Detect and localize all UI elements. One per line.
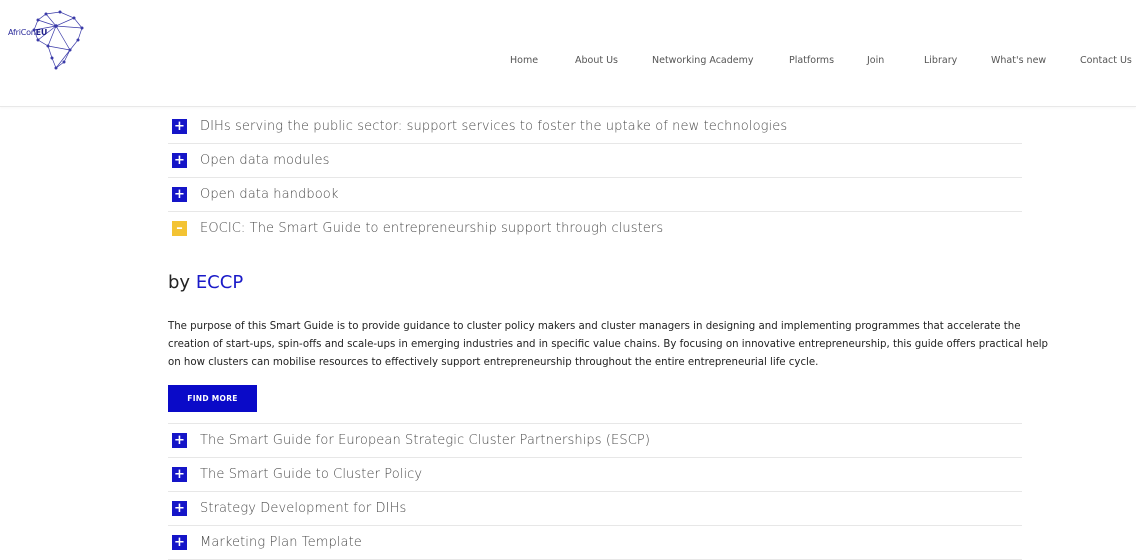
accordion-item[interactable]: + The Smart Guide for European Strategic…	[168, 423, 1022, 458]
accordion-top: + DIHs serving the public sector: suppor…	[168, 110, 1022, 245]
accordion-item[interactable]: + Open data handbook	[168, 178, 1022, 212]
accordion-title[interactable]: Open data handbook	[200, 187, 338, 202]
accordion-item[interactable]: + Marketing Plan Template	[168, 526, 1022, 560]
accordion-item[interactable]: + Strategy Development for DIHs	[168, 492, 1022, 526]
nav-platforms[interactable]: Platforms	[789, 55, 834, 66]
nav-contact-us[interactable]: Contact Us	[1080, 55, 1132, 66]
accordion-title[interactable]: The Smart Guide to Cluster Policy	[200, 467, 422, 482]
nav-about-us[interactable]: About Us	[575, 55, 618, 66]
plus-icon[interactable]: +	[172, 467, 187, 482]
accordion-item[interactable]: + Open data modules	[168, 144, 1022, 178]
plus-icon[interactable]: +	[172, 501, 187, 516]
accordion-title[interactable]: Open data modules	[200, 153, 329, 168]
main-nav: Home About Us Networking Academy Platfor…	[0, 55, 1136, 69]
plus-icon[interactable]: +	[172, 153, 187, 168]
accordion-title[interactable]: DIHs serving the public sector: support …	[200, 119, 787, 134]
nav-whats-new[interactable]: What's new	[991, 55, 1046, 66]
by-prefix: by	[168, 272, 196, 293]
eccp-link[interactable]: ECCP	[196, 272, 243, 293]
logo-text-b: EU	[35, 28, 48, 37]
plus-icon[interactable]: +	[172, 433, 187, 448]
minus-icon[interactable]: –	[172, 221, 187, 236]
accordion-title[interactable]: The Smart Guide for European Strategic C…	[200, 433, 650, 448]
site-header: AfriConEU Home About Us Networking Acade…	[0, 0, 1136, 107]
by-line: by ECCP	[168, 272, 243, 293]
nav-join[interactable]: Join	[867, 55, 884, 66]
nav-library[interactable]: Library	[924, 55, 957, 66]
accordion-item-open[interactable]: – EOCIC: The Smart Guide to entrepreneur…	[168, 212, 1022, 245]
accordion-bottom: + The Smart Guide for European Strategic…	[168, 423, 1022, 560]
plus-icon[interactable]: +	[172, 119, 187, 134]
logo-wordmark: AfriConEU	[8, 28, 47, 37]
accordion-title[interactable]: EOCIC: The Smart Guide to entrepreneursh…	[200, 221, 663, 236]
nav-home[interactable]: Home	[510, 55, 538, 66]
logo-text-a: AfriCon	[8, 28, 36, 37]
accordion-title[interactable]: Strategy Development for DIHs	[200, 501, 406, 516]
guide-description: The purpose of this Smart Guide is to pr…	[168, 321, 1049, 368]
accordion-item[interactable]: + The Smart Guide to Cluster Policy	[168, 458, 1022, 492]
find-more-button[interactable]: FIND MORE	[168, 385, 257, 412]
plus-icon[interactable]: +	[172, 187, 187, 202]
accordion-item[interactable]: + DIHs serving the public sector: suppor…	[168, 110, 1022, 144]
nav-networking-academy[interactable]: Networking Academy	[652, 55, 754, 66]
